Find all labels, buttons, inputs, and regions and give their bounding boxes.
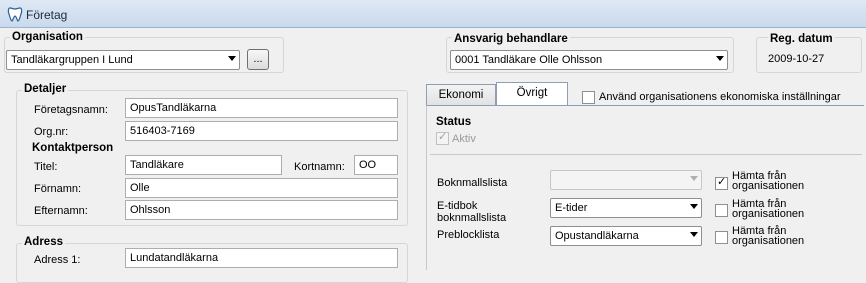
foretagsnamn-field[interactable]: OpusTandläkarna: [125, 98, 398, 118]
organisation-select[interactable]: Tandläkargruppen I Lund: [6, 50, 240, 70]
main-content: Organisation Tandläkargruppen I Lund ...…: [0, 28, 866, 283]
kontaktperson-title: Kontaktperson: [30, 142, 116, 154]
etidbok-fetch-label: Hämta från organisationen: [732, 198, 805, 220]
organisation-title: Organisation: [10, 31, 85, 43]
check-icon: ✓: [717, 176, 727, 188]
etidbok-select-value: E-tider: [555, 202, 588, 214]
adress-title: Adress: [22, 236, 65, 248]
aktiv-label: Aktiv: [452, 133, 476, 145]
preblock-label: Preblocklista: [437, 229, 500, 241]
use-org-econ-label: Använd organisationens ekonomiska instäl…: [599, 91, 841, 103]
window-title: Företag: [26, 8, 68, 22]
use-org-econ-checkbox[interactable]: [582, 91, 595, 104]
chevron-down-icon: [716, 56, 724, 61]
fornamn-field[interactable]: Olle: [125, 178, 398, 198]
tab-ekonomi[interactable]: Ekonomi: [426, 84, 496, 105]
etidbok-label: E-tidbok boknmallslista: [437, 200, 507, 224]
reg-title: Reg. datum: [768, 33, 835, 45]
boknmallslista-label: Boknmallslista: [437, 177, 508, 189]
etidbok-fetch-checkbox[interactable]: [715, 204, 728, 217]
titel-field[interactable]: Tandläkare: [125, 155, 282, 175]
boknmallslista-fetch-checkbox[interactable]: ✓: [715, 176, 728, 190]
preblock-fetch-checkbox[interactable]: [715, 231, 728, 244]
organisation-browse-button[interactable]: ...: [247, 49, 269, 70]
aktiv-checkbox[interactable]: ✓: [436, 131, 449, 145]
orgnr-label: Org.nr:: [34, 126, 69, 138]
reg-date-value: 2009-10-27: [768, 53, 825, 65]
adress1-field[interactable]: Lundatandläkarna: [125, 248, 398, 268]
chevron-down-icon: [690, 232, 698, 237]
kortnamn-label: Kortnamn:: [294, 161, 345, 173]
check-icon: ✓: [438, 131, 448, 143]
organisation-select-value: Tandläkargruppen I Lund: [11, 54, 133, 66]
titel-label: Titel:: [34, 161, 58, 173]
efternamn-field[interactable]: Ohlsson: [125, 200, 398, 220]
tooth-icon: [7, 7, 23, 22]
preblock-select[interactable]: Opustandläkarna: [550, 226, 702, 246]
chevron-down-icon: [690, 204, 698, 209]
detaljer-title: Detaljer: [22, 83, 69, 95]
status-separator: [430, 154, 862, 155]
chevron-down-icon: [690, 176, 698, 181]
tab-ovrigt[interactable]: Övrigt: [496, 82, 568, 105]
orgnr-field[interactable]: 516403-7169: [125, 121, 398, 141]
preblock-select-value: Opustandläkarna: [555, 230, 639, 242]
chevron-down-icon: [228, 56, 236, 61]
adress1-label: Adress 1:: [34, 254, 81, 266]
etidbok-select[interactable]: E-tider: [550, 198, 702, 218]
ansvarig-select[interactable]: 0001 Tandläkare Olle Ohlsson: [450, 50, 728, 70]
ansvarig-select-value: 0001 Tandläkare Olle Ohlsson: [455, 54, 603, 66]
window-titlebar: Företag: [0, 0, 866, 28]
boknmallslista-fetch-label: Hämta från organisationen: [732, 170, 805, 192]
kortnamn-field[interactable]: OO: [354, 155, 398, 175]
boknmallslista-select[interactable]: [550, 170, 702, 190]
ansvarig-title: Ansvarig behandlare: [452, 33, 570, 45]
foretagsnamn-label: Företagsnamn:: [34, 104, 108, 116]
efternamn-label: Efternamn:: [34, 205, 88, 217]
preblock-fetch-label: Hämta från organisationen: [732, 225, 805, 247]
status-title: Status: [436, 116, 472, 128]
fornamn-label: Förnamn:: [34, 183, 82, 195]
